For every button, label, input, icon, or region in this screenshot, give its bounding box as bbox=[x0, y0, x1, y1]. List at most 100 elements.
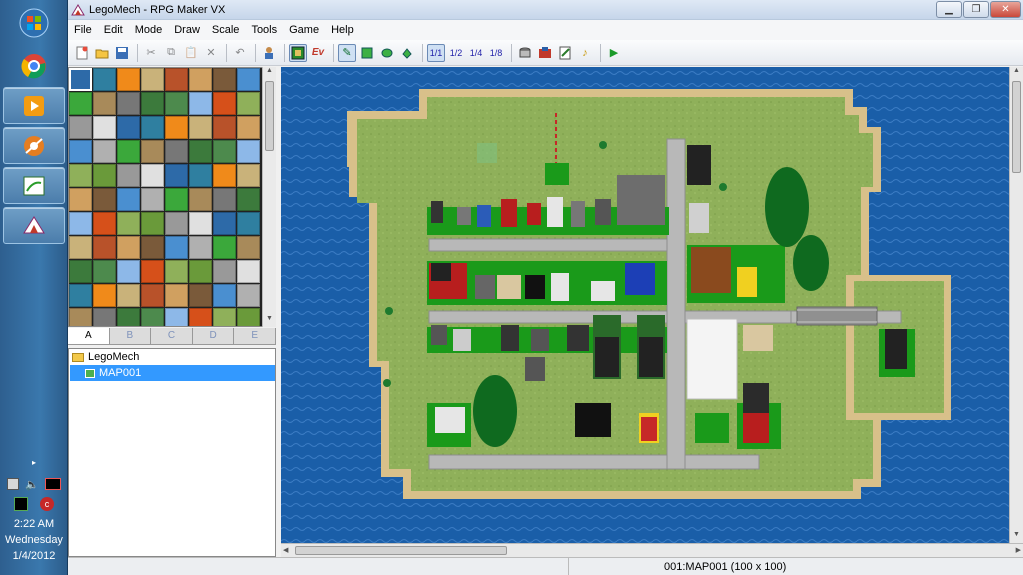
tile[interactable] bbox=[189, 140, 212, 163]
tile[interactable] bbox=[237, 140, 260, 163]
volume-icon[interactable]: 🔈 bbox=[25, 478, 39, 491]
ellipse-button[interactable] bbox=[378, 44, 396, 62]
scroll-down-icon[interactable]: ▼ bbox=[263, 315, 276, 327]
tile[interactable] bbox=[69, 140, 92, 163]
undo-button[interactable]: ↶ bbox=[231, 44, 249, 62]
tile[interactable] bbox=[69, 236, 92, 259]
menu-edit[interactable]: Edit bbox=[98, 24, 129, 36]
scroll-thumb[interactable] bbox=[265, 81, 274, 151]
tile[interactable] bbox=[69, 260, 92, 283]
tile[interactable] bbox=[69, 116, 92, 139]
tile[interactable] bbox=[117, 284, 140, 307]
tab-d[interactable]: D bbox=[193, 328, 235, 344]
rectangle-button[interactable] bbox=[358, 44, 376, 62]
tile[interactable] bbox=[213, 116, 236, 139]
tile[interactable] bbox=[93, 284, 116, 307]
tile[interactable] bbox=[141, 308, 164, 326]
tile[interactable] bbox=[165, 308, 188, 326]
menu-tools[interactable]: Tools bbox=[245, 24, 283, 36]
open-project-button[interactable] bbox=[93, 44, 111, 62]
tile[interactable] bbox=[165, 236, 188, 259]
tile[interactable] bbox=[93, 236, 116, 259]
menu-file[interactable]: File bbox=[68, 24, 98, 36]
tile[interactable] bbox=[165, 164, 188, 187]
tile[interactable] bbox=[117, 92, 140, 115]
monitor-icon[interactable] bbox=[44, 478, 61, 490]
clock-day[interactable]: Wednesday bbox=[0, 534, 68, 546]
tile[interactable] bbox=[189, 308, 212, 326]
tile[interactable] bbox=[189, 188, 212, 211]
scale-1-4-button[interactable]: 1/4 bbox=[467, 44, 485, 62]
script-editor-button[interactable] bbox=[556, 44, 574, 62]
scroll-thumb[interactable] bbox=[1012, 81, 1021, 173]
map-vertical-scrollbar[interactable]: ▲ ▼ bbox=[1009, 67, 1023, 543]
tile[interactable] bbox=[141, 260, 164, 283]
scale-1-2-button[interactable]: 1/2 bbox=[447, 44, 465, 62]
character-button[interactable] bbox=[260, 44, 278, 62]
tile[interactable] bbox=[165, 284, 188, 307]
black-app-icon[interactable] bbox=[14, 497, 28, 511]
restore-button[interactable]: ❐ bbox=[963, 1, 989, 18]
tile[interactable] bbox=[117, 68, 140, 91]
scale-1-1-button[interactable]: 1/1 bbox=[427, 43, 445, 62]
tile[interactable] bbox=[141, 212, 164, 235]
tile[interactable] bbox=[189, 260, 212, 283]
event-mode-button[interactable]: Ev bbox=[309, 44, 327, 62]
tile[interactable] bbox=[213, 164, 236, 187]
tileset-scrollbar[interactable]: ▲ ▼ bbox=[262, 67, 276, 327]
tile[interactable] bbox=[93, 92, 116, 115]
tile[interactable] bbox=[213, 308, 236, 326]
scroll-down-icon[interactable]: ▼ bbox=[1010, 531, 1023, 543]
tile[interactable] bbox=[213, 260, 236, 283]
map-canvas[interactable]: ▲ ▼ bbox=[281, 67, 1023, 543]
tile[interactable] bbox=[165, 260, 188, 283]
tile[interactable] bbox=[237, 212, 260, 235]
delete-button[interactable]: ✕ bbox=[202, 44, 220, 62]
tile[interactable] bbox=[141, 140, 164, 163]
resource-manager-button[interactable] bbox=[536, 44, 554, 62]
tile[interactable] bbox=[117, 308, 140, 326]
minimize-button[interactable]: ▁ bbox=[936, 1, 962, 18]
copy-button[interactable]: ⧉ bbox=[162, 44, 180, 62]
tile[interactable] bbox=[69, 308, 92, 326]
tile[interactable] bbox=[117, 140, 140, 163]
tile[interactable] bbox=[165, 68, 188, 91]
tray-expand-icon[interactable]: ▸ bbox=[0, 458, 68, 467]
tile[interactable] bbox=[93, 116, 116, 139]
tile[interactable] bbox=[93, 68, 116, 91]
tile[interactable] bbox=[237, 188, 260, 211]
tile[interactable] bbox=[69, 212, 92, 235]
scale-1-8-button[interactable]: 1/8 bbox=[487, 44, 505, 62]
menu-help[interactable]: Help bbox=[325, 24, 360, 36]
tile[interactable] bbox=[165, 92, 188, 115]
tile[interactable] bbox=[189, 92, 212, 115]
map-render[interactable] bbox=[281, 67, 1023, 543]
antivirus-icon[interactable]: c bbox=[40, 497, 54, 511]
title-bar[interactable]: LegoMech - RPG Maker VX ▁ ❐ ✕ bbox=[68, 0, 1023, 20]
tile[interactable] bbox=[69, 68, 92, 91]
tile[interactable] bbox=[213, 284, 236, 307]
scroll-up-icon[interactable]: ▲ bbox=[263, 67, 276, 79]
tile[interactable] bbox=[117, 212, 140, 235]
tile[interactable] bbox=[213, 188, 236, 211]
database-button[interactable] bbox=[516, 44, 534, 62]
taskbar-media-player[interactable] bbox=[3, 87, 65, 124]
tile[interactable] bbox=[69, 92, 92, 115]
tab-e[interactable]: E bbox=[234, 328, 276, 344]
menu-scale[interactable]: Scale bbox=[206, 24, 246, 36]
network-icon[interactable] bbox=[7, 478, 20, 490]
taskbar-app-flower[interactable] bbox=[3, 127, 65, 164]
tile[interactable] bbox=[189, 284, 212, 307]
tile[interactable] bbox=[117, 164, 140, 187]
save-project-button[interactable] bbox=[113, 44, 131, 62]
tileset-palette[interactable] bbox=[68, 67, 276, 327]
tile[interactable] bbox=[237, 260, 260, 283]
tab-a[interactable]: A bbox=[68, 328, 110, 344]
menu-mode[interactable]: Mode bbox=[129, 24, 169, 36]
scroll-up-icon[interactable]: ▲ bbox=[1010, 67, 1023, 79]
sound-test-button[interactable]: ♪ bbox=[576, 44, 594, 62]
tile[interactable] bbox=[93, 260, 116, 283]
tile[interactable] bbox=[141, 284, 164, 307]
tile[interactable] bbox=[117, 236, 140, 259]
tile[interactable] bbox=[165, 188, 188, 211]
